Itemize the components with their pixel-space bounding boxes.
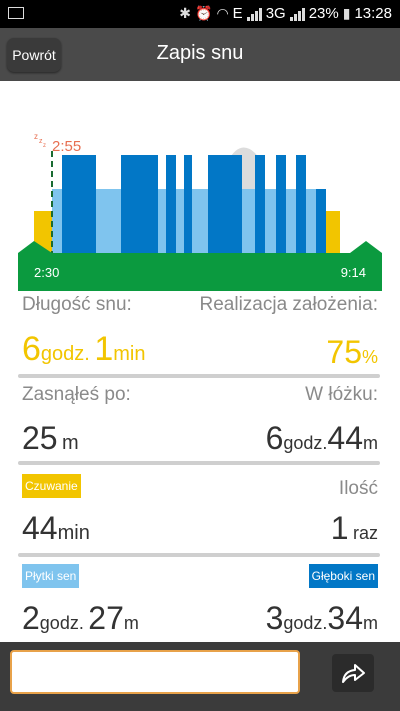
fell-asleep-unit: m	[62, 432, 79, 454]
deep-sleep-bar	[296, 155, 306, 253]
in-bed-value: 6godz.44m	[266, 420, 378, 457]
battery-icon: ▮	[342, 5, 351, 21]
deep-sleep-bar	[255, 155, 265, 253]
sleep-onset-label: 2:55	[52, 138, 81, 155]
in-bed-hours-unit: godz.	[283, 433, 328, 453]
count-number: 1	[330, 510, 349, 546]
count-unit: raz	[352, 523, 378, 543]
goal-unit: %	[361, 347, 378, 367]
sleep-length-label: Długość snu:	[22, 294, 132, 315]
light-hours: 2	[22, 600, 40, 636]
bottom-bar	[0, 642, 400, 711]
awake-tag: Czuwanie	[22, 474, 81, 498]
fell-asleep-value: 25 m	[22, 420, 79, 457]
divider	[18, 374, 380, 378]
deep-sleep-bar	[208, 155, 242, 253]
signal-icon	[246, 7, 262, 21]
deep-sleep-bar	[316, 189, 326, 253]
sleep-length-value: 6godz. 1min	[22, 330, 145, 369]
divider	[18, 553, 380, 557]
fell-asleep-number: 25	[22, 420, 58, 456]
deep-hours: 3	[265, 600, 284, 636]
battery-label: 23%	[308, 5, 339, 22]
deep-sleep-value: 3godz.34m	[266, 600, 378, 637]
end-time-label: 9:14	[341, 265, 366, 280]
network-type-3g-label: 3G	[265, 5, 286, 22]
fell-asleep-label: Zasnąłeś po:	[22, 384, 131, 405]
deep-sleep-tag: Głęboki sen	[308, 564, 378, 588]
status-icons: ✱ ⏰ ◠ E 3G 23% ▮ 13:28	[179, 5, 392, 22]
page-title: Zapis snu	[156, 42, 244, 64]
awake-bar-end	[326, 211, 340, 253]
goal-number: 75	[326, 334, 362, 370]
network-type-label: E	[232, 5, 243, 22]
deep-minutes-unit: m	[363, 613, 378, 633]
deep-sleep-bar	[166, 155, 176, 253]
count-label: Ilość	[338, 478, 378, 499]
title-bar: Powrót Zapis snu	[0, 28, 400, 81]
bluetooth-icon: ✱	[179, 5, 192, 21]
goal-value: 75%	[326, 334, 378, 371]
in-bed-label: W łóżku:	[305, 384, 378, 405]
signal-2-icon	[289, 7, 305, 21]
wifi-icon: ◠	[216, 5, 229, 21]
deep-sleep-bar	[62, 155, 96, 253]
sleep-hours: 6	[22, 330, 41, 368]
sleep-chart-svg: z z z 2:55 2:30 9:14	[18, 132, 382, 291]
zzz-icon-3: z	[43, 143, 46, 149]
light-minutes-unit: m	[123, 613, 139, 633]
share-button[interactable]	[332, 654, 374, 692]
light-hours-unit: godz.	[39, 613, 84, 633]
deep-sleep-bar	[276, 155, 286, 253]
deep-hours-unit: godz.	[283, 613, 328, 633]
awake-number: 44	[22, 510, 58, 546]
sleep-minutes: 1	[94, 330, 114, 368]
zzz-icon: z	[34, 132, 38, 141]
goal-label: Realizacja założenia:	[199, 294, 379, 315]
in-bed-hours: 6	[265, 420, 284, 456]
light-sleep-tag: Płytki sen	[22, 564, 80, 588]
image-notification-icon	[8, 7, 24, 19]
note-input[interactable]	[10, 650, 300, 694]
share-icon	[342, 664, 365, 683]
deep-sleep-bar	[184, 155, 192, 253]
clock: 13:28	[354, 5, 392, 22]
awake-value: 44min	[22, 510, 90, 547]
sleep-hours-unit: godz.	[40, 343, 90, 365]
light-minutes: 27	[88, 600, 124, 636]
deep-minutes: 34	[327, 600, 363, 636]
sleep-minutes-unit: min	[113, 343, 146, 365]
deep-sleep-bar	[121, 155, 158, 253]
sleep-chart: z z z 2:55 2:30 9:14	[0, 81, 400, 291]
in-bed-minutes: 44	[327, 420, 363, 456]
status-bar: ✱ ⏰ ◠ E 3G 23% ▮ 13:28	[0, 0, 400, 28]
light-sleep-value: 2godz. 27m	[22, 600, 139, 637]
in-bed-minutes-unit: m	[363, 433, 378, 453]
divider	[18, 461, 380, 465]
alarm-icon: ⏰	[195, 5, 213, 21]
awake-unit: min	[57, 522, 90, 544]
start-time-label: 2:30	[34, 265, 59, 280]
count-value: 1 raz	[331, 510, 378, 547]
